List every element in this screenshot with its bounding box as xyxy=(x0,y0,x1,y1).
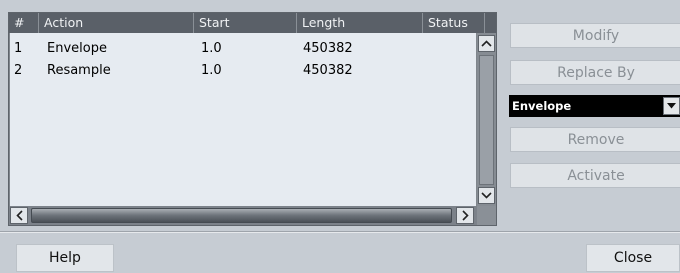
column-header-start[interactable]: Start xyxy=(194,13,297,33)
modify-button[interactable]: Modify xyxy=(510,23,680,48)
column-header-action[interactable]: Action xyxy=(39,13,194,33)
close-button[interactable]: Close xyxy=(586,244,680,272)
scroll-right-button[interactable] xyxy=(456,207,474,224)
help-button[interactable]: Help xyxy=(16,244,114,272)
horizontal-scrollbar[interactable] xyxy=(9,206,496,225)
table-row[interactable]: 2 Resample 1.0 450382 xyxy=(10,60,476,82)
row-length: 450382 xyxy=(303,63,353,78)
table-header: # Action Start Length Status xyxy=(9,13,496,33)
chevron-down-icon xyxy=(481,192,492,199)
process-select[interactable]: Envelope xyxy=(509,95,680,117)
row-start: 1.0 xyxy=(201,41,222,56)
row-start: 1.0 xyxy=(201,63,222,78)
scroll-left-button[interactable] xyxy=(10,207,28,224)
row-length: 450382 xyxy=(303,41,353,56)
chevron-left-icon xyxy=(15,210,23,221)
table-row[interactable]: 1 Envelope 1.0 450382 xyxy=(10,38,476,60)
activate-button[interactable]: Activate xyxy=(510,163,680,188)
vertical-scroll-thumb[interactable] xyxy=(479,55,494,185)
column-header-length[interactable]: Length xyxy=(297,13,423,33)
row-action: Envelope xyxy=(47,41,107,56)
replace-by-button[interactable]: Replace By xyxy=(510,60,680,85)
chevron-up-icon xyxy=(481,40,492,47)
footer-divider xyxy=(0,231,680,233)
process-select-value: Envelope xyxy=(512,99,572,113)
row-number: 1 xyxy=(14,41,23,56)
remove-button[interactable]: Remove xyxy=(510,127,680,152)
row-number: 2 xyxy=(14,63,23,78)
row-status xyxy=(429,38,474,60)
vertical-scrollbar[interactable] xyxy=(477,33,496,206)
table-body[interactable]: 1 Envelope 1.0 450382 2 Resample 1.0 450… xyxy=(10,33,476,206)
column-header-status[interactable]: Status xyxy=(423,13,485,33)
row-status xyxy=(429,60,474,82)
dropdown-toggle[interactable] xyxy=(663,97,680,115)
offline-process-list: # Action Start Length Status 1 Envelope … xyxy=(8,12,497,226)
scroll-down-button[interactable] xyxy=(478,187,495,204)
scrollbar-corner xyxy=(477,206,496,225)
scroll-up-button[interactable] xyxy=(478,35,495,52)
horizontal-scroll-thumb[interactable] xyxy=(31,208,452,223)
chevron-right-icon xyxy=(461,210,469,221)
caret-down-icon xyxy=(667,103,676,109)
row-action: Resample xyxy=(47,63,111,78)
column-header-number[interactable]: # xyxy=(9,13,39,33)
